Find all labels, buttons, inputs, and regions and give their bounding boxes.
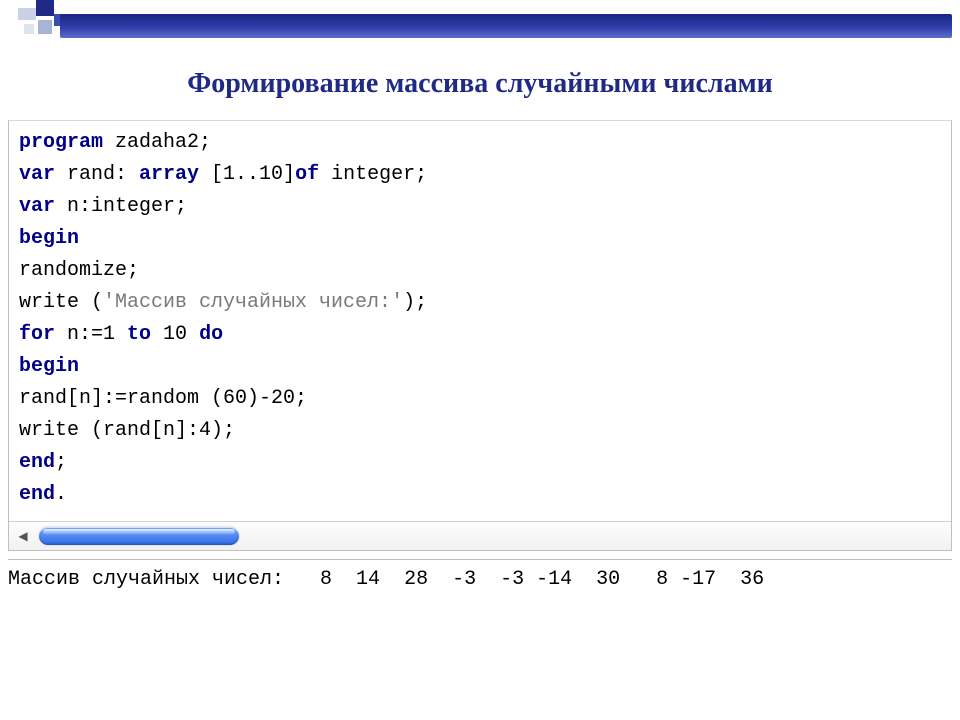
code-line: end. bbox=[19, 479, 943, 511]
code-text: ); bbox=[403, 291, 427, 314]
scroll-left-icon[interactable]: ◀ bbox=[13, 526, 33, 546]
code-line: write (rand[n]:4); bbox=[19, 415, 943, 447]
square-icon bbox=[24, 24, 34, 34]
slide-header bbox=[0, 0, 960, 40]
code-line: write ('Массив случайных чисел:'); bbox=[19, 287, 943, 319]
code-line: begin bbox=[19, 351, 943, 383]
keyword: begin bbox=[19, 227, 79, 250]
page-title: Формирование массива случайными числами bbox=[0, 68, 960, 100]
code-text: 10 bbox=[151, 323, 199, 346]
keyword: end bbox=[19, 451, 55, 474]
square-icon bbox=[38, 20, 52, 34]
horizontal-scrollbar[interactable]: ◀ bbox=[9, 521, 951, 550]
code-line: end; bbox=[19, 447, 943, 479]
program-output: Массив случайных чисел: 8 14 28 -3 -3 -1… bbox=[8, 568, 952, 591]
code-line: var n:integer; bbox=[19, 191, 943, 223]
keyword: var bbox=[19, 195, 55, 218]
code-line: rand[n]:=random (60)-20; bbox=[19, 383, 943, 415]
keyword: var bbox=[19, 163, 55, 186]
code-text: write ( bbox=[19, 291, 103, 314]
keyword: to bbox=[127, 323, 151, 346]
code-text: n:integer; bbox=[55, 195, 187, 218]
string-literal: 'Массив случайных чисел:' bbox=[103, 291, 403, 314]
keyword: for bbox=[19, 323, 55, 346]
code-content[interactable]: program zadaha2; var rand: array [1..10]… bbox=[9, 121, 951, 521]
keyword: begin bbox=[19, 355, 79, 378]
divider bbox=[8, 559, 952, 560]
code-text: zadaha2; bbox=[103, 131, 211, 154]
code-line: begin bbox=[19, 223, 943, 255]
code-line: randomize; bbox=[19, 255, 943, 287]
keyword: do bbox=[199, 323, 223, 346]
code-text: rand[n]:=random (60)-20; bbox=[19, 387, 307, 410]
keyword: end bbox=[19, 483, 55, 506]
code-text: n:=1 bbox=[55, 323, 127, 346]
square-icon bbox=[36, 0, 54, 16]
keyword: of bbox=[295, 163, 319, 186]
code-line: var rand: array [1..10]of integer; bbox=[19, 159, 943, 191]
scrollbar-thumb[interactable] bbox=[39, 527, 239, 545]
code-editor: program zadaha2; var rand: array [1..10]… bbox=[8, 120, 952, 551]
code-text: integer; bbox=[319, 163, 427, 186]
code-text: ; bbox=[55, 451, 67, 474]
code-text: rand: bbox=[55, 163, 139, 186]
code-line: program zadaha2; bbox=[19, 127, 943, 159]
code-text: randomize; bbox=[19, 259, 139, 282]
code-line: for n:=1 to 10 do bbox=[19, 319, 943, 351]
code-text: write (rand[n]:4); bbox=[19, 419, 235, 442]
header-bar bbox=[60, 14, 952, 38]
code-text: . bbox=[55, 483, 67, 506]
keyword: array bbox=[139, 163, 199, 186]
keyword: program bbox=[19, 131, 103, 154]
square-icon bbox=[18, 8, 36, 20]
code-text: [1..10] bbox=[199, 163, 295, 186]
